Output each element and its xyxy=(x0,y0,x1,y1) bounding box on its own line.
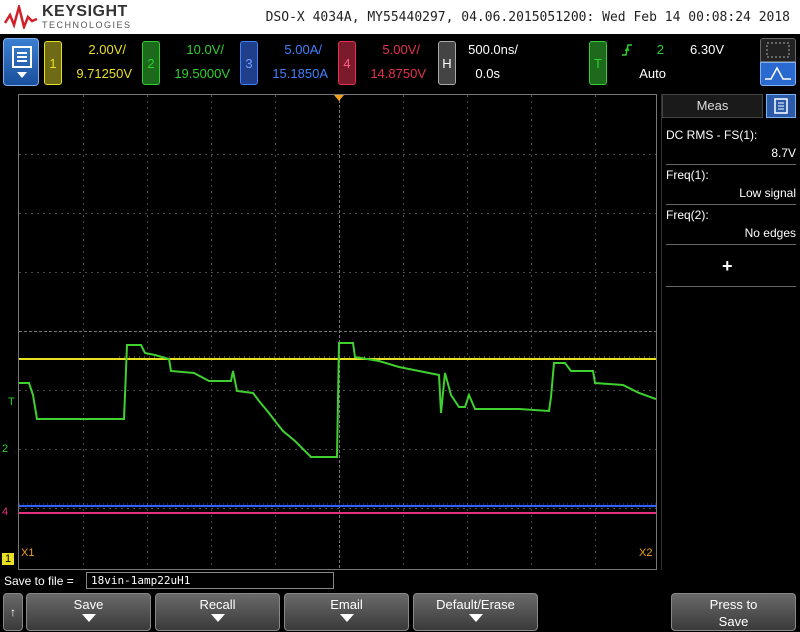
meas-list-icon[interactable] xyxy=(766,94,796,118)
channel-1-offset: 9.71250V xyxy=(76,66,132,81)
instrument-title: DSO-X 4034A, MY55440297, 04.06.201505120… xyxy=(265,10,790,25)
grid-view-icon xyxy=(760,38,796,62)
measurement-item[interactable]: Freq(1): Low signal xyxy=(666,168,796,200)
trigger-level-marker: T xyxy=(8,396,15,408)
down-arrow-icon xyxy=(210,614,225,622)
recall-softkey[interactable]: Recall xyxy=(155,593,280,631)
measurement-value: 8.7V xyxy=(771,146,796,160)
measurement-item[interactable]: DC RMS - FS(1): 8.7V xyxy=(666,128,796,160)
back-button[interactable]: ↑ xyxy=(3,593,23,631)
channel-bar: 1 2.00V/ 9.71250V 2 10.0V/ 19.5000V 3 5.… xyxy=(0,34,800,90)
measurement-name: Freq(2): xyxy=(666,208,709,222)
save-to-file-label: Save to file = xyxy=(4,574,74,588)
default-erase-softkey-label: Default/Erase xyxy=(436,597,515,612)
trigger-position-marker xyxy=(334,95,344,101)
keysight-wave-icon xyxy=(4,5,38,29)
horizontal-button[interactable]: H xyxy=(438,41,456,85)
top-banner: KEYSIGHT TECHNOLOGIES DSO-X 4034A, MY554… xyxy=(0,0,800,34)
email-softkey[interactable]: Email xyxy=(284,593,409,631)
measurement-value: No edges xyxy=(744,226,796,240)
channel-3-offset: 15.1850A xyxy=(272,66,328,81)
measurement-item[interactable]: Freq(2): No edges xyxy=(666,208,796,240)
default-erase-softkey[interactable]: Default/Erase xyxy=(413,593,538,631)
save-softkey[interactable]: Save xyxy=(26,593,151,631)
horizontal-delay: 0.0s xyxy=(475,66,500,81)
softkey-bar: ↑ Save Recall Email Default/Erase Press … xyxy=(0,591,800,632)
press-to-save-label: Press to xyxy=(709,597,758,612)
channel-2-scale: 10.0V/ xyxy=(186,42,224,57)
meas-tab[interactable]: Meas xyxy=(662,94,763,118)
channel-2-ground-marker: 2 xyxy=(2,443,9,455)
x2-cursor-marker[interactable]: X2 xyxy=(639,547,652,559)
trigger-button[interactable]: T xyxy=(589,41,607,85)
channel-4-scale: 5.00V/ xyxy=(382,42,420,57)
recall-softkey-label: Recall xyxy=(199,597,236,612)
waveform-traces xyxy=(19,95,656,514)
down-arrow-icon xyxy=(81,614,96,622)
press-to-save-softkey[interactable]: Press to Save xyxy=(671,593,796,631)
channel-3-scale: 5.00A/ xyxy=(284,42,322,57)
waveform-display[interactable]: X1 X2 xyxy=(18,94,657,570)
keysight-logo: KEYSIGHT TECHNOLOGIES xyxy=(4,3,134,31)
measurements-panel: Meas DC RMS - FS(1): 8.7V Freq(1): Low s… xyxy=(661,94,800,570)
channel-4-button[interactable]: 4 xyxy=(338,41,356,85)
channel-1-scale: 2.00V/ xyxy=(88,42,126,57)
rising-edge-icon xyxy=(622,44,632,56)
menu-icon xyxy=(12,46,32,78)
trigger-source: 2 xyxy=(656,42,664,57)
brand-name: KEYSIGHT xyxy=(42,3,128,20)
measurement-name: DC RMS - FS(1): xyxy=(666,128,758,142)
measurement-name: Freq(1): xyxy=(666,168,709,182)
channel-1-button[interactable]: 1 xyxy=(44,41,62,85)
down-arrow-icon xyxy=(339,614,354,622)
display-mode-toggle[interactable] xyxy=(760,38,796,86)
channel-2-button[interactable]: 2 xyxy=(142,41,160,85)
email-softkey-label: Email xyxy=(330,597,363,612)
horizontal-scale: 500.0ns/ xyxy=(468,42,518,57)
channel-1-ground-marker: 1 xyxy=(2,553,15,565)
save-softkey-label: Save xyxy=(73,597,104,612)
x1-cursor-marker[interactable]: X1 xyxy=(21,547,34,559)
brand-subtitle: TECHNOLOGIES xyxy=(42,20,132,30)
save-row: Save to file = 18vin-1amp22uH1 xyxy=(0,572,800,590)
filename-field[interactable]: 18vin-1amp22uH1 xyxy=(86,572,334,589)
trigger-mode: Auto xyxy=(639,66,666,81)
channel-4-ground-marker: 4 xyxy=(2,506,9,518)
channel-2-trace xyxy=(19,342,656,458)
trigger-level: 6.30V xyxy=(690,42,724,57)
channel-4-offset: 14.8750V xyxy=(370,66,426,81)
waveform-view-icon xyxy=(760,62,796,86)
channel-3-button[interactable]: 3 xyxy=(240,41,258,85)
measurement-value: Low signal xyxy=(739,186,796,200)
down-arrow-icon xyxy=(468,614,483,622)
main-menu-button[interactable] xyxy=(3,38,39,86)
add-measurement-button[interactable]: + xyxy=(722,256,733,277)
press-to-save-label-2: Save xyxy=(718,614,749,629)
channel-2-offset: 19.5000V xyxy=(174,66,230,81)
